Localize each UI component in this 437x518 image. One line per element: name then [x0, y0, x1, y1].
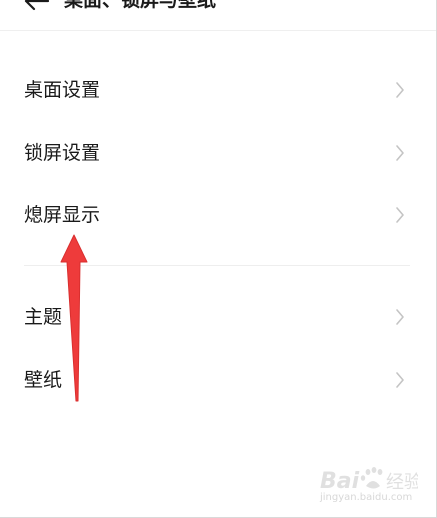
settings-item-label: 桌面设置: [24, 79, 101, 101]
settings-item-lockscreen[interactable]: 锁屏设置: [0, 123, 436, 183]
chevron-right-icon: [396, 372, 404, 388]
svg-text:经验: 经验: [386, 472, 418, 493]
page-title: 桌面、锁屏与壁纸: [64, 0, 217, 11]
settings-item-always-on-display[interactable]: 熄屏显示: [0, 185, 436, 245]
watermark-url: jingyan.baidu.com: [320, 492, 413, 503]
group-divider: [24, 265, 410, 266]
back-arrow-icon[interactable]: [22, 0, 50, 12]
svg-text:Bai: Bai: [320, 469, 360, 494]
settings-item-label: 壁纸: [24, 369, 63, 391]
chevron-right-icon: [396, 145, 404, 161]
baidu-paw-logo-icon: Bai 经验: [320, 467, 418, 494]
chevron-right-icon: [396, 82, 404, 98]
settings-item-theme[interactable]: 主题: [0, 287, 436, 347]
settings-screen: 桌面、锁屏与壁纸 桌面设置 锁屏设置 熄屏显示 主题 壁纸 Bai 经 jing…: [0, 0, 437, 518]
chevron-right-icon: [396, 207, 404, 223]
settings-item-wallpaper[interactable]: 壁纸: [0, 350, 436, 410]
settings-item-label: 熄屏显示: [24, 204, 101, 226]
app-header: 桌面、锁屏与壁纸: [0, 0, 436, 31]
chevron-right-icon: [396, 309, 404, 325]
settings-item-label: 主题: [24, 306, 63, 328]
baidu-watermark: Bai 经验 jingyan.baidu.com: [318, 462, 418, 508]
settings-item-desktop[interactable]: 桌面设置: [0, 60, 436, 120]
settings-item-label: 锁屏设置: [24, 142, 101, 164]
